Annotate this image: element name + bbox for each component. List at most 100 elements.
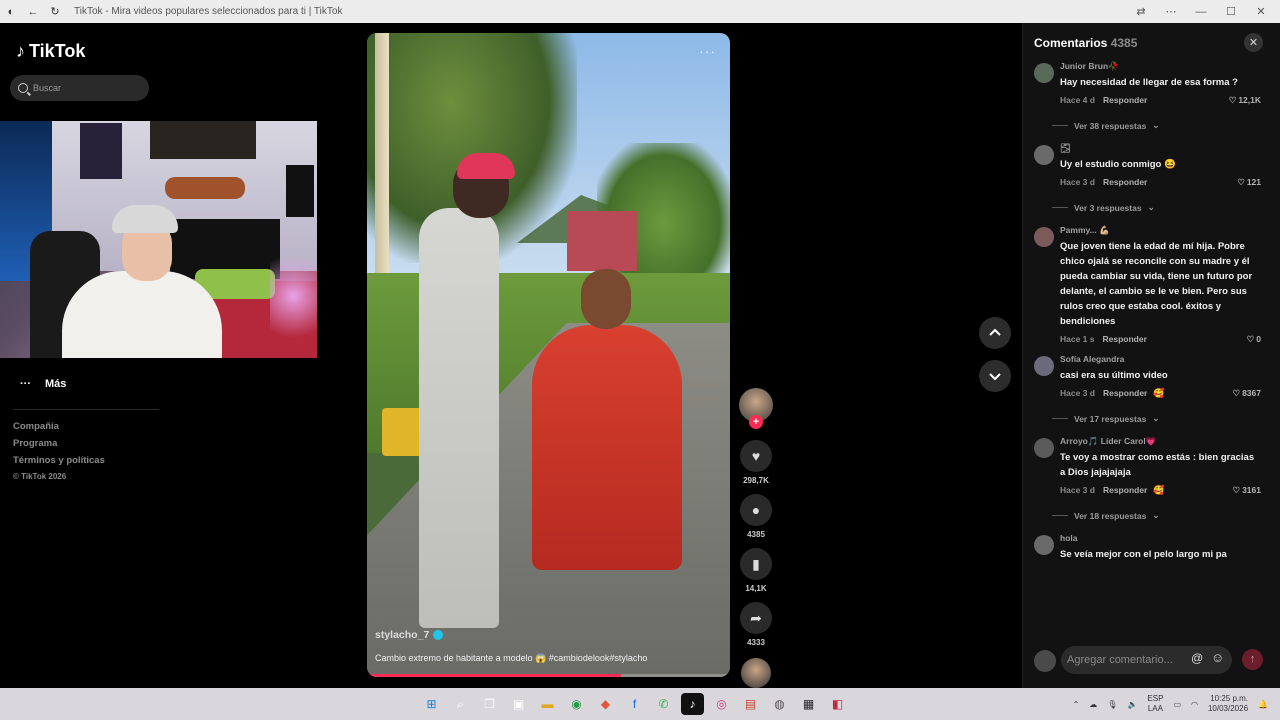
comment-like-button[interactable]: ♡ 12,1K (1229, 95, 1261, 106)
commenter-avatar[interactable] (1034, 145, 1054, 165)
translate-icon[interactable]: ⇄ (1128, 5, 1154, 18)
search-input[interactable]: Buscar (10, 75, 149, 101)
powerpoint-icon[interactable]: ▤ (739, 693, 762, 715)
speaker-icon[interactable]: 🔈 (1127, 700, 1137, 709)
comment-input[interactable]: Agregar comentario... (1061, 646, 1232, 674)
close-window-icon[interactable]: ✕ (1248, 5, 1274, 18)
commenter-avatar[interactable] (1034, 535, 1054, 555)
comment-meta: Hace 3 d Responder 🥰 ♡ 8367 (1060, 386, 1261, 400)
reply-button[interactable]: Responder (1103, 177, 1147, 187)
folder-icon[interactable]: ▬ (536, 693, 559, 715)
video-player[interactable]: ··· stylacho_7 Cambio extremo de habitan… (367, 33, 730, 677)
reply-button[interactable]: Responder (1103, 485, 1147, 495)
video-author[interactable]: stylacho_7 (375, 629, 444, 641)
comment-meta: Hace 3 d Responder 🥰 ♡ 3161 (1060, 483, 1261, 497)
display-icon[interactable]: ▭ (1173, 700, 1181, 709)
view-replies-button[interactable]: Ver 3 respuestas ⌄ (1052, 202, 1261, 213)
window-title: TikTok - Mira videos populares seleccion… (74, 6, 343, 17)
comment-button[interactable]: ● (740, 494, 772, 526)
comment-username[interactable]: Arroyo🎵 Líder Carol💗 (1060, 436, 1261, 450)
comment-like-count: 0 (1256, 334, 1261, 344)
comment-like-button[interactable]: ♡ 3161 (1232, 485, 1261, 496)
comment-item: Junior Brun🥀 Hay necesidad de llegar de e… (1023, 61, 1280, 131)
comment-username[interactable]: Sofía Alegandra (1060, 354, 1261, 368)
wifi-icon[interactable]: ◠ (1191, 700, 1198, 709)
more-label: Más (45, 378, 67, 390)
follow-plus-icon[interactable]: + (749, 415, 763, 429)
comments-panel: Comentarios 4385 ✕ Junior Brun🥀 Hay neces… (1022, 23, 1280, 688)
reply-button[interactable]: Responder (1103, 95, 1147, 105)
tray-chevron-icon[interactable]: ⌃ (1073, 700, 1080, 709)
commenter-avatar[interactable] (1034, 438, 1054, 458)
search-taskbar-icon[interactable]: ⌕ (449, 693, 472, 715)
comments-count: 4385 (1110, 36, 1138, 50)
app-icon[interactable]: ◧ (826, 693, 849, 715)
system-tray: ⌃ ☁ 🎙 🔈 ESP LAA ▭ ◠ 10:25 p.m. 10/03/202… (1073, 688, 1280, 720)
view-replies-button[interactable]: Ver 18 respuestas ⌄ (1052, 510, 1261, 521)
comment-like-button[interactable]: ♡ 8367 (1232, 388, 1261, 399)
mention-icon[interactable]: @ (1191, 651, 1203, 665)
facebook-icon[interactable]: f (623, 693, 646, 715)
creator-liked-icon: 🥰 (1153, 387, 1165, 398)
menu-dots-icon[interactable]: ⋯ (1158, 5, 1184, 18)
music-disc[interactable] (741, 658, 771, 688)
comment-username[interactable]: 🌫 (1060, 143, 1261, 157)
share-button[interactable]: ➦ (740, 602, 772, 634)
comment-item: Pammy... 💪🏼 Que joven tiene la edad de mí… (1023, 225, 1280, 346)
clock[interactable]: 10:25 p.m. 10/03/2026 (1208, 694, 1248, 714)
save-count: 14,1K (745, 584, 767, 593)
network-icon[interactable]: ☁ (1089, 700, 1097, 709)
recorder-icon[interactable]: ◍ (768, 693, 791, 715)
footer-link-company[interactable]: Compañía (13, 421, 105, 432)
footer-link-terms[interactable]: Términos y políticas (13, 455, 105, 466)
creator-avatar[interactable]: + (739, 388, 773, 429)
save-button[interactable]: ▮ (740, 548, 772, 580)
close-comments-button[interactable]: ✕ (1244, 33, 1263, 52)
store-icon[interactable]: ▣ (507, 693, 530, 715)
comment-like-button[interactable]: ♡ 121 (1237, 177, 1261, 188)
commenter-avatar[interactable] (1034, 356, 1054, 376)
editor-icon[interactable]: ▦ (797, 693, 820, 715)
send-comment-button[interactable]: ↑ (1242, 649, 1263, 670)
reply-button[interactable]: Responder (1103, 388, 1147, 398)
video-progress-bar[interactable] (367, 674, 730, 677)
refresh-icon[interactable]: ↻ (44, 0, 66, 23)
view-replies-label: Ver 38 respuestas (1074, 120, 1147, 131)
emoji-icon[interactable]: ☺ (1211, 650, 1224, 665)
view-replies-button[interactable]: Ver 17 respuestas ⌄ (1052, 413, 1261, 424)
minimize-icon[interactable]: — (1188, 6, 1214, 18)
comment-username[interactable]: Pammy... 💪🏼 (1060, 225, 1261, 239)
maximize-icon[interactable]: ☐ (1218, 5, 1244, 18)
view-replies-button[interactable]: Ver 38 respuestas ⌄ (1052, 120, 1261, 131)
windows-start-icon[interactable]: ⊞ (420, 693, 443, 715)
task-view-icon[interactable]: ❐ (478, 693, 501, 715)
comment-item: hola Se veía mejor con el pelo largo mi p… (1023, 533, 1280, 562)
next-video-button[interactable] (979, 360, 1011, 392)
author-name[interactable]: stylacho_7 (375, 629, 429, 641)
instagram-icon[interactable]: ◎ (710, 693, 733, 715)
comment-username[interactable]: Junior Brun🥀 (1060, 61, 1261, 75)
clock-time: 10:25 p.m. (1210, 694, 1249, 703)
whatsapp-icon[interactable]: ✆ (652, 693, 675, 715)
comment-like-button[interactable]: ♡ 0 (1247, 334, 1261, 345)
comment-username[interactable]: hola (1060, 533, 1261, 547)
language-indicator[interactable]: ESP LAA (1147, 694, 1163, 714)
commenter-avatar[interactable] (1034, 63, 1054, 83)
brave-icon[interactable]: ◆ (594, 693, 617, 715)
back-icon[interactable]: ← (22, 0, 44, 23)
chrome-icon[interactable]: ◉ (565, 693, 588, 715)
tiktok-app-icon[interactable]: ♪ (681, 693, 704, 715)
video-options-icon[interactable]: ··· (699, 43, 716, 59)
heart-outline-icon: ♡ (1237, 176, 1245, 187)
comment-icon: ● (751, 502, 761, 518)
notification-icon[interactable]: 🔔 (1258, 700, 1268, 709)
commenter-avatar[interactable] (1034, 227, 1054, 247)
previous-video-button[interactable] (979, 317, 1011, 349)
sidebar-item-more[interactable]: ··· Más (20, 378, 66, 390)
like-button[interactable]: ♥ (740, 440, 772, 472)
microphone-icon[interactable]: 🎙 (1107, 700, 1117, 709)
comment-text: casi era su último video (1060, 370, 1168, 381)
reply-button[interactable]: Responder (1103, 334, 1147, 344)
footer-link-program[interactable]: Programa (13, 438, 105, 449)
tiktok-logo[interactable]: ♪ TikTok (16, 41, 85, 62)
